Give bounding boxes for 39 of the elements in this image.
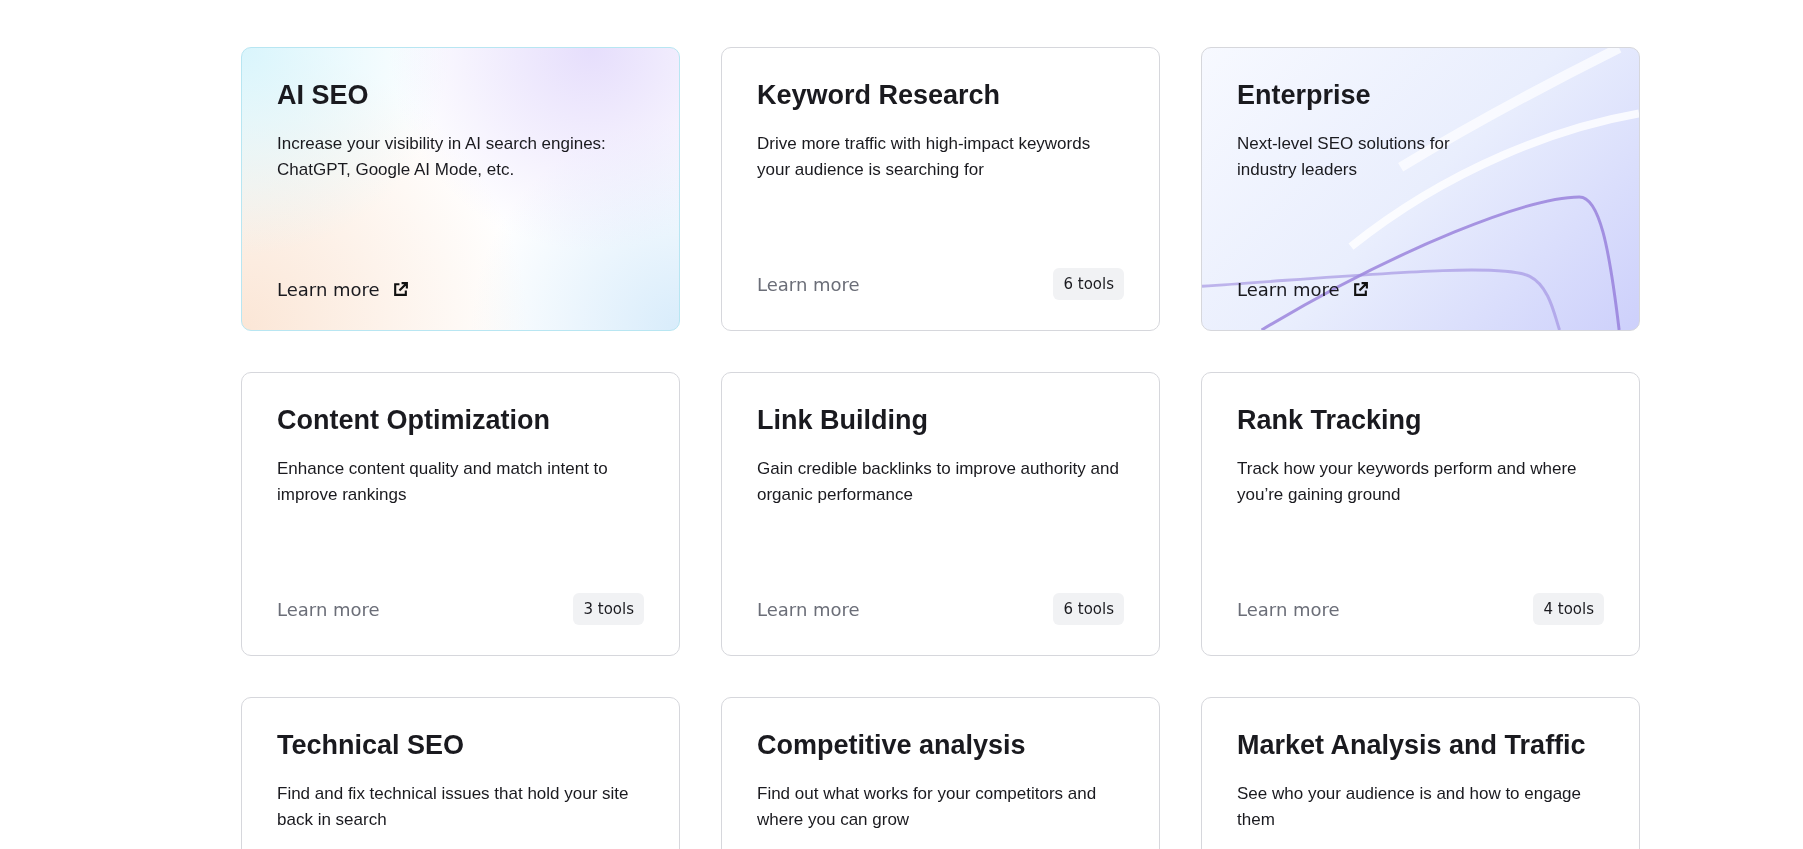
- card-description: Enhance content quality and match intent to improve rankings: [277, 458, 609, 506]
- learn-more-link[interactable]: Learn more: [1237, 279, 1369, 300]
- external-link-icon: [391, 281, 409, 298]
- card-description: Find and fix technical issues that hold your site back in search: [277, 783, 630, 831]
- card-background[interactable]: Competitive analysis Find out what works for your competitors and where you can grow: [721, 697, 1160, 849]
- card-description: See who your audience is and how to engage them: [1237, 783, 1583, 831]
- learn-more-link[interactable]: Learn more: [757, 273, 860, 295]
- card-title: Competitive analysis: [757, 730, 1027, 761]
- learn-more-link[interactable]: Learn more: [757, 598, 860, 620]
- tools-count: 6 tools: [1053, 268, 1124, 300]
- learn-more-link[interactable]: Learn more: [277, 279, 409, 300]
- card-background[interactable]: Market Analysis and Traffic See who your audience is and how to engage them: [1201, 697, 1640, 849]
- card-title: Keyword Research: [757, 80, 1002, 111]
- card-background[interactable]: Content Optimization Enhance content quality and match intent to improve rankings Learn more 3 tools: [241, 372, 680, 656]
- card-description: Find out what works for your competitors and where you can grow: [757, 783, 1098, 831]
- external-link-icon: [1351, 281, 1369, 298]
- card-title: Enterprise: [1237, 80, 1372, 111]
- card-description: Drive more traffic with high-impact keywords your audience is searching for: [757, 133, 1092, 181]
- card-title: Content Optimization: [277, 405, 551, 436]
- card-title: Link Building: [757, 405, 929, 436]
- tools-count: 6 tools: [1053, 593, 1124, 625]
- card-title: Technical SEO: [277, 730, 466, 761]
- card-description: Increase your visibility in AI search engines: ChatGPT, Google AI Mode, etc.: [277, 133, 607, 181]
- card-title: AI SEO: [277, 80, 370, 111]
- card-description: Track how your keywords perform and where you’re gaining ground: [1237, 458, 1578, 506]
- card-description: Gain credible backlinks to improve authority and organic performance: [757, 458, 1120, 506]
- card-description: Next-level SEO solutions for industry leaders: [1237, 133, 1451, 181]
- card-background[interactable]: Enterprise Next-level SEO solutions for industry leaders Learn more: [1201, 47, 1640, 331]
- card-background[interactable]: Keyword Research Drive more traffic with high-impact keywords your audience is searching for Learn more 6 tools: [721, 47, 1160, 331]
- card-background[interactable]: AI SEO Increase your visibility in AI search engines: ChatGPT, Google AI Mode, etc. Learn more: [241, 47, 680, 331]
- card-title: Rank Tracking: [1237, 405, 1423, 436]
- learn-more-link[interactable]: Learn more: [277, 598, 380, 620]
- card-background[interactable]: Rank Tracking Track how your keywords perform and where you’re gaining ground Learn more 4 tools: [1201, 372, 1640, 656]
- card-background[interactable]: Technical SEO Find and fix technical issues that hold your site back in search: [241, 697, 680, 849]
- tools-count: 3 tools: [573, 593, 644, 625]
- card-background[interactable]: Link Building Gain credible backlinks to improve authority and organic performance Learn more 6 tools: [721, 372, 1160, 656]
- card-title: Market Analysis and Traffic: [1237, 730, 1587, 761]
- learn-more-link[interactable]: Learn more: [1237, 598, 1340, 620]
- tools-count: 4 tools: [1533, 593, 1604, 625]
